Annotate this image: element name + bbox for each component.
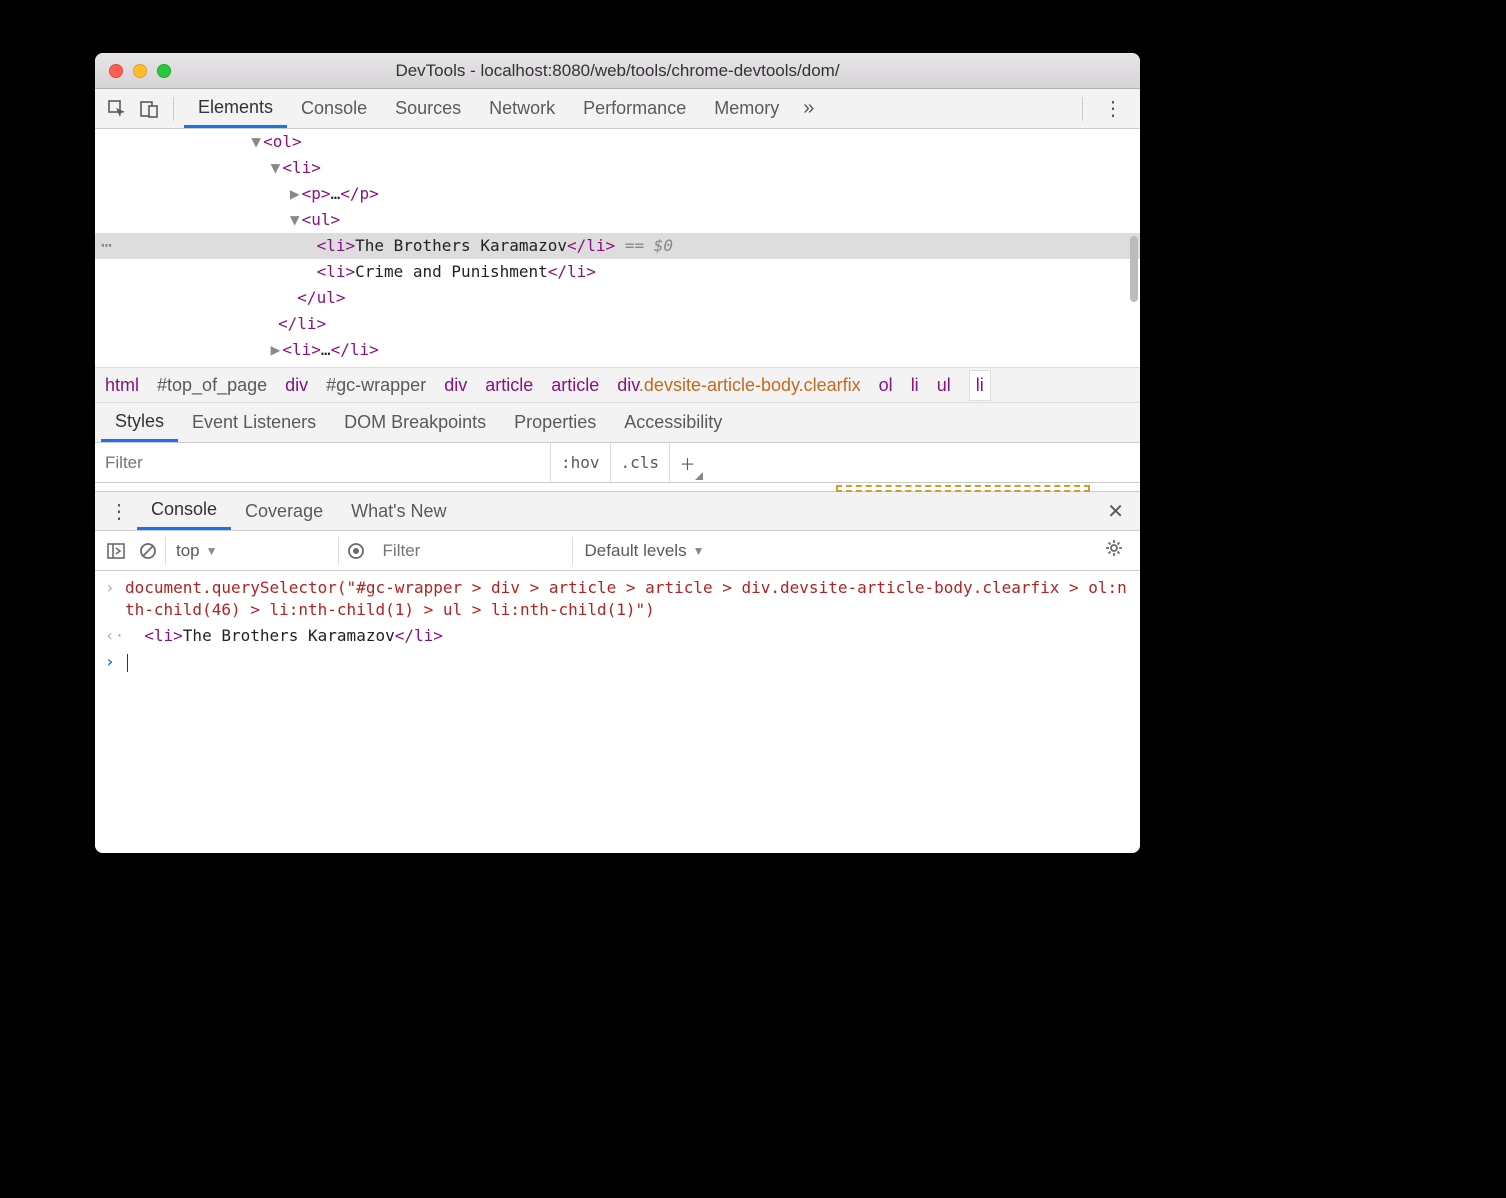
tab-performance[interactable]: Performance <box>569 89 700 128</box>
bc-devsite[interactable]: div.devsite-article-body.clearfix <box>617 375 860 396</box>
drawer-tab-console[interactable]: Console <box>137 492 231 530</box>
console-input-row: › document.querySelector("#gc-wrapper > … <box>95 575 1140 623</box>
console-output-text: <li>The Brothers Karamazov</li> <box>125 625 443 647</box>
breadcrumb: html #top_of_page div #gc-wrapper div ar… <box>95 367 1140 403</box>
console-prompt-row[interactable]: › <box>95 649 1140 675</box>
subtab-styles[interactable]: Styles <box>101 403 178 442</box>
device-toggle-icon[interactable] <box>135 95 163 123</box>
console-settings-icon[interactable] <box>1094 538 1134 564</box>
live-expression-icon[interactable] <box>341 536 371 566</box>
console-sidebar-toggle-icon[interactable] <box>101 536 131 566</box>
drawer-close-icon[interactable]: ✕ <box>1097 492 1134 530</box>
drawer-kebab-icon[interactable]: ⋮ <box>101 492 137 530</box>
close-icon[interactable] <box>109 64 123 78</box>
console-levels-select[interactable]: Default levels▼ <box>575 541 715 561</box>
bc-html[interactable]: html <box>105 375 139 396</box>
bc-li-selected[interactable]: li <box>969 370 991 401</box>
subtab-accessibility[interactable]: Accessibility <box>610 403 736 442</box>
subtab-properties[interactable]: Properties <box>500 403 610 442</box>
styles-filter-row: :hov .cls ＋ <box>95 443 1140 483</box>
tab-network[interactable]: Network <box>475 89 569 128</box>
dom-tree[interactable]: ▼<ol> ▼<li> ▶<p>…</p> ▼<ul> <li>The Brot… <box>95 129 1140 367</box>
inspect-icon[interactable] <box>103 95 131 123</box>
console-context-select[interactable]: top▼ <box>165 537 339 565</box>
separator <box>173 97 174 121</box>
drawer-tab-coverage[interactable]: Coverage <box>231 492 337 530</box>
bc-li[interactable]: li <box>911 375 919 396</box>
tab-elements[interactable]: Elements <box>184 89 287 128</box>
separator <box>1082 97 1083 121</box>
console-output-row: ‹· <li>The Brothers Karamazov</li> <box>95 623 1140 649</box>
zoom-icon[interactable] <box>157 64 171 78</box>
settings-kebab-icon[interactable]: ⋮ <box>1093 96 1132 121</box>
tab-console[interactable]: Console <box>287 89 381 128</box>
bc-top-of-page[interactable]: #top_of_page <box>157 375 267 396</box>
bc-div[interactable]: div <box>285 375 308 396</box>
bc-gc-wrapper[interactable]: #gc-wrapper <box>326 375 426 396</box>
tabs-overflow-icon[interactable]: » <box>793 89 824 128</box>
titlebar: DevTools - localhost:8080/web/tools/chro… <box>95 53 1140 89</box>
console-input-chevron-icon: › <box>105 577 125 621</box>
minimize-icon[interactable] <box>133 64 147 78</box>
tab-memory[interactable]: Memory <box>700 89 793 128</box>
dom-selected-node[interactable]: <li>The Brothers Karamazov</li> == $0 <box>95 233 1140 259</box>
clear-console-icon[interactable] <box>133 536 163 566</box>
console-output-chevron-icon: ‹· <box>105 625 125 647</box>
bc-ul[interactable]: ul <box>937 375 951 396</box>
main-toolbar: Elements Console Sources Network Perform… <box>95 89 1140 129</box>
console-filter-input[interactable] <box>373 537 573 565</box>
window-title: DevTools - localhost:8080/web/tools/chro… <box>95 61 1140 81</box>
console-cursor <box>127 654 128 672</box>
drawer-tab-whats-new[interactable]: What's New <box>337 492 460 530</box>
cls-toggle[interactable]: .cls <box>610 443 670 482</box>
bc-article2[interactable]: article <box>551 375 599 396</box>
drawer-tabs: ⋮ Console Coverage What's New ✕ <box>95 491 1140 531</box>
styles-sub-tabs: Styles Event Listeners DOM Breakpoints P… <box>95 403 1140 443</box>
console-body[interactable]: › document.querySelector("#gc-wrapper > … <box>95 571 1140 853</box>
bc-article[interactable]: article <box>485 375 533 396</box>
console-input-text: document.querySelector("#gc-wrapper > di… <box>125 577 1130 621</box>
bc-ol[interactable]: ol <box>879 375 893 396</box>
traffic-lights <box>95 64 171 78</box>
new-style-rule-icon[interactable]: ＋ <box>669 443 705 482</box>
console-toolbar: top▼ Default levels▼ <box>95 531 1140 571</box>
styles-content-stub <box>95 483 1140 491</box>
subtab-event-listeners[interactable]: Event Listeners <box>178 403 330 442</box>
console-prompt-chevron-icon: › <box>105 651 125 673</box>
styles-filter-input[interactable] <box>95 443 550 482</box>
devtools-window: DevTools - localhost:8080/web/tools/chro… <box>95 53 1140 853</box>
main-tabs: Elements Console Sources Network Perform… <box>184 89 1072 128</box>
scrollbar-thumb[interactable] <box>1130 236 1138 302</box>
hov-toggle[interactable]: :hov <box>550 443 610 482</box>
tab-sources[interactable]: Sources <box>381 89 475 128</box>
subtab-dom-breakpoints[interactable]: DOM Breakpoints <box>330 403 500 442</box>
bc-div2[interactable]: div <box>444 375 467 396</box>
